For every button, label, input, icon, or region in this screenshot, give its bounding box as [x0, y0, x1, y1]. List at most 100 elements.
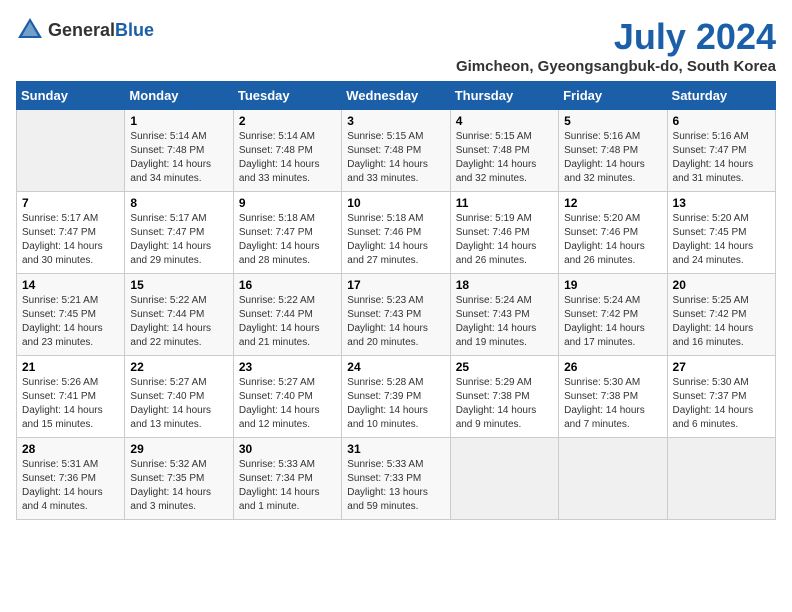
day-number: 8 — [130, 196, 227, 210]
day-number: 12 — [564, 196, 661, 210]
calendar-day-cell: 11 Sunrise: 5:19 AMSunset: 7:46 PMDayligh… — [450, 192, 558, 274]
day-info: Sunrise: 5:16 AMSunset: 7:47 PMDaylight:… — [673, 130, 770, 186]
weekday-header-cell: Tuesday — [233, 82, 341, 110]
day-number: 27 — [673, 360, 770, 374]
weekday-header-cell: Friday — [559, 82, 667, 110]
calendar-day-cell: 10Sunrise: 5:18 AMSunset: 7:46 PMDayligh… — [342, 192, 450, 274]
day-number: 25 — [456, 360, 553, 374]
day-info: Sunrise: 5:17 AMSunset: 7:47 PMDaylight:… — [130, 212, 227, 268]
day-number: 13 — [673, 196, 770, 210]
logo-icon — [16, 16, 44, 44]
subtitle: Gimcheon, Gyeongsangbuk-do, South Korea — [456, 58, 776, 75]
calendar-day-cell: 1 Sunrise: 5:14 AMSunset: 7:48 PMDaylight… — [125, 110, 233, 192]
day-info: Sunrise: 5:26 AMSunset: 7:41 PMDaylight:… — [22, 376, 119, 432]
day-number: 4 — [456, 114, 553, 128]
calendar-week-row: 7 Sunrise: 5:17 AMSunset: 7:47 PMDaylight… — [17, 192, 776, 274]
day-info: Sunrise: 5:14 AMSunset: 7:48 PMDaylight:… — [130, 130, 227, 186]
day-number: 6 — [673, 114, 770, 128]
calendar-day-cell — [667, 438, 775, 520]
calendar-day-cell: 12 Sunrise: 5:20 AMSunset: 7:46 PMDayligh… — [559, 192, 667, 274]
calendar-day-cell: 4 Sunrise: 5:15 AMSunset: 7:48 PMDaylight… — [450, 110, 558, 192]
day-info: Sunrise: 5:32 AMSunset: 7:35 PMDaylight:… — [130, 458, 227, 514]
calendar-day-cell: 7 Sunrise: 5:17 AMSunset: 7:47 PMDaylight… — [17, 192, 125, 274]
day-info: Sunrise: 5:24 AMSunset: 7:42 PMDaylight:… — [564, 294, 661, 350]
calendar-day-cell: 2 Sunrise: 5:14 AMSunset: 7:48 PMDaylight… — [233, 110, 341, 192]
calendar-day-cell: 16 Sunrise: 5:22 AMSunset: 7:44 PMDayligh… — [233, 274, 341, 356]
day-info: Sunrise: 5:15 AMSunset: 7:48 PMDaylight:… — [347, 130, 444, 186]
day-number: 21 — [22, 360, 119, 374]
header: GeneralBlue July 2024 Gimcheon, Gyeongsa… — [16, 16, 776, 75]
weekday-header-cell: Saturday — [667, 82, 775, 110]
calendar-day-cell: 26Sunrise: 5:30 AMSunset: 7:38 PMDayligh… — [559, 356, 667, 438]
day-info: Sunrise: 5:22 AMSunset: 7:44 PMDaylight:… — [239, 294, 336, 350]
calendar-day-cell: 31 Sunrise: 5:33 AMSunset: 7:33 PMDayligh… — [342, 438, 450, 520]
day-info: Sunrise: 5:33 AMSunset: 7:34 PMDaylight:… — [239, 458, 336, 514]
calendar-day-cell: 15 Sunrise: 5:22 AMSunset: 7:44 PMDayligh… — [125, 274, 233, 356]
day-info: Sunrise: 5:14 AMSunset: 7:48 PMDaylight:… — [239, 130, 336, 186]
day-info: Sunrise: 5:30 AMSunset: 7:37 PMDaylight:… — [673, 376, 770, 432]
day-number: 29 — [130, 442, 227, 456]
calendar-day-cell: 21 Sunrise: 5:26 AMSunset: 7:41 PMDayligh… — [17, 356, 125, 438]
day-number: 16 — [239, 278, 336, 292]
calendar-day-cell: 17Sunrise: 5:23 AMSunset: 7:43 PMDayligh… — [342, 274, 450, 356]
day-number: 9 — [239, 196, 336, 210]
day-info: Sunrise: 5:20 AMSunset: 7:46 PMDaylight:… — [564, 212, 661, 268]
day-info: Sunrise: 5:29 AMSunset: 7:38 PMDaylight:… — [456, 376, 553, 432]
day-number: 22 — [130, 360, 227, 374]
logo-general-text: General — [48, 20, 115, 40]
day-number: 3 — [347, 114, 444, 128]
day-number: 10 — [347, 196, 444, 210]
day-number: 2 — [239, 114, 336, 128]
logo-blue-text: Blue — [115, 20, 154, 40]
day-number: 23 — [239, 360, 336, 374]
day-info: Sunrise: 5:22 AMSunset: 7:44 PMDaylight:… — [130, 294, 227, 350]
calendar-body: 1 Sunrise: 5:14 AMSunset: 7:48 PMDaylight… — [17, 110, 776, 520]
day-number: 30 — [239, 442, 336, 456]
calendar-day-cell: 28 Sunrise: 5:31 AMSunset: 7:36 PMDayligh… — [17, 438, 125, 520]
weekday-header-row: SundayMondayTuesdayWednesdayThursdayFrid… — [17, 82, 776, 110]
day-info: Sunrise: 5:24 AMSunset: 7:43 PMDaylight:… — [456, 294, 553, 350]
day-info: Sunrise: 5:27 AMSunset: 7:40 PMDaylight:… — [239, 376, 336, 432]
day-info: Sunrise: 5:19 AMSunset: 7:46 PMDaylight:… — [456, 212, 553, 268]
title-area: July 2024 Gimcheon, Gyeongsangbuk-do, So… — [456, 16, 776, 75]
day-info: Sunrise: 5:15 AMSunset: 7:48 PMDaylight:… — [456, 130, 553, 186]
day-number: 5 — [564, 114, 661, 128]
day-number: 15 — [130, 278, 227, 292]
day-info: Sunrise: 5:33 AMSunset: 7:33 PMDaylight:… — [347, 458, 444, 514]
calendar-day-cell: 30 Sunrise: 5:33 AMSunset: 7:34 PMDayligh… — [233, 438, 341, 520]
calendar-week-row: 21 Sunrise: 5:26 AMSunset: 7:41 PMDayligh… — [17, 356, 776, 438]
day-info: Sunrise: 5:28 AMSunset: 7:39 PMDaylight:… — [347, 376, 444, 432]
weekday-header-cell: Wednesday — [342, 82, 450, 110]
day-number: 31 — [347, 442, 444, 456]
day-info: Sunrise: 5:31 AMSunset: 7:36 PMDaylight:… — [22, 458, 119, 514]
day-number: 7 — [22, 196, 119, 210]
calendar-day-cell: 14Sunrise: 5:21 AMSunset: 7:45 PMDayligh… — [17, 274, 125, 356]
day-number: 18 — [456, 278, 553, 292]
calendar-day-cell: 13Sunrise: 5:20 AMSunset: 7:45 PMDayligh… — [667, 192, 775, 274]
weekday-header-cell: Monday — [125, 82, 233, 110]
day-number: 20 — [673, 278, 770, 292]
day-number: 11 — [456, 196, 553, 210]
day-number: 1 — [130, 114, 227, 128]
calendar-day-cell: 9Sunrise: 5:18 AMSunset: 7:47 PMDaylight… — [233, 192, 341, 274]
calendar-day-cell — [559, 438, 667, 520]
calendar-table: SundayMondayTuesdayWednesdayThursdayFrid… — [16, 81, 776, 520]
calendar-day-cell: 6 Sunrise: 5:16 AMSunset: 7:47 PMDaylight… — [667, 110, 775, 192]
day-info: Sunrise: 5:17 AMSunset: 7:47 PMDaylight:… — [22, 212, 119, 268]
calendar-day-cell — [450, 438, 558, 520]
day-number: 26 — [564, 360, 661, 374]
calendar-day-cell: 29 Sunrise: 5:32 AMSunset: 7:35 PMDayligh… — [125, 438, 233, 520]
calendar-week-row: 14Sunrise: 5:21 AMSunset: 7:45 PMDayligh… — [17, 274, 776, 356]
calendar-day-cell: 5 Sunrise: 5:16 AMSunset: 7:48 PMDaylight… — [559, 110, 667, 192]
calendar-day-cell — [17, 110, 125, 192]
calendar-day-cell: 24Sunrise: 5:28 AMSunset: 7:39 PMDayligh… — [342, 356, 450, 438]
day-number: 28 — [22, 442, 119, 456]
logo: GeneralBlue — [16, 16, 154, 44]
calendar-day-cell: 3 Sunrise: 5:15 AMSunset: 7:48 PMDaylight… — [342, 110, 450, 192]
calendar-day-cell: 25 Sunrise: 5:29 AMSunset: 7:38 PMDayligh… — [450, 356, 558, 438]
day-number: 19 — [564, 278, 661, 292]
day-info: Sunrise: 5:16 AMSunset: 7:48 PMDaylight:… — [564, 130, 661, 186]
day-number: 14 — [22, 278, 119, 292]
day-info: Sunrise: 5:27 AMSunset: 7:40 PMDaylight:… — [130, 376, 227, 432]
day-number: 17 — [347, 278, 444, 292]
